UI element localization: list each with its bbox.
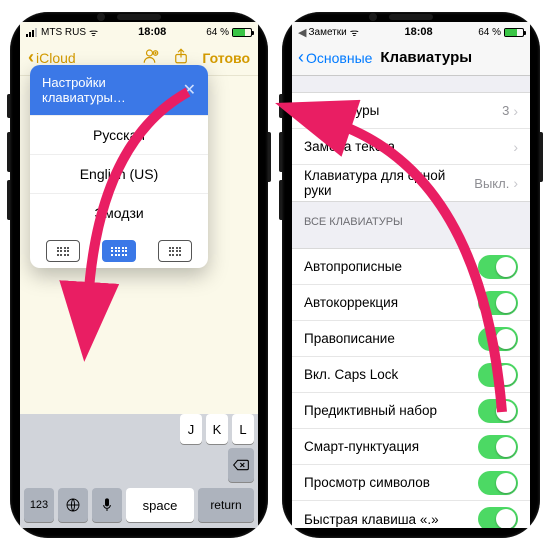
one-handed-left[interactable] <box>46 240 80 262</box>
keyboard-option-emoji[interactable]: Эмодзи <box>30 193 208 232</box>
wifi-icon: ᯤ <box>350 25 359 39</box>
chevron-left-icon: ‹ <box>298 47 304 68</box>
keyboard-switcher-menu: Настройки клавиатуры… ✕ Русская English … <box>30 65 208 268</box>
settings-list[interactable]: Клавиатуры 3 › Замена текста › Клавиатур… <box>292 76 530 528</box>
row-smart-punctuation: Смарт-пунктуация <box>292 429 530 465</box>
chevron-right-icon: › <box>513 103 518 119</box>
row-auto-capitalization: Автопрописные <box>292 249 530 285</box>
signal-icon <box>26 28 37 37</box>
menu-header-label: Настройки клавиатуры… <box>42 75 183 105</box>
row-text-replacement[interactable]: Замена текста › <box>292 129 530 165</box>
back-to-app-icon[interactable]: ◀ <box>298 26 306 39</box>
row-character-preview: Просмотр символов <box>292 465 530 501</box>
keyboard-option-russian[interactable]: Русская <box>30 115 208 154</box>
toggle[interactable] <box>478 399 518 423</box>
numbers-key[interactable]: 123 <box>24 488 54 522</box>
keyboard: J K L 123 space <box>20 414 258 528</box>
battery-icon <box>232 28 252 37</box>
space-key[interactable]: space <box>126 488 194 522</box>
toggle[interactable] <box>478 435 518 459</box>
one-handed-center[interactable] <box>102 240 136 262</box>
row-predictive: Предиктивный набор <box>292 393 530 429</box>
group-switches: Автопрописные Автокоррекция Правописание… <box>292 248 530 528</box>
status-time: 18:08 <box>98 26 206 38</box>
done-button[interactable]: Готово <box>202 50 250 66</box>
row-value: Выкл. <box>474 176 509 191</box>
return-key[interactable]: return <box>198 488 254 522</box>
chevron-right-icon: › <box>513 139 518 155</box>
mic-key[interactable] <box>92 488 122 522</box>
toggle[interactable] <box>478 291 518 315</box>
globe-key[interactable] <box>58 488 88 522</box>
status-bar: ◀ Заметки ᯤ 18:08 64 % <box>292 22 530 40</box>
backspace-key[interactable] <box>228 448 254 482</box>
row-keyboards[interactable]: Клавиатуры 3 › <box>292 93 530 129</box>
key-j[interactable]: J <box>180 414 202 444</box>
battery-percent: 64 % <box>478 27 501 38</box>
row-period-shortcut: Быстрая клавиша «.» <box>292 501 530 528</box>
key-k[interactable]: K <box>206 414 228 444</box>
keyboard-settings-item[interactable]: Настройки клавиатуры… ✕ <box>30 65 208 115</box>
status-time: 18:08 <box>359 26 478 38</box>
keyboard-option-english[interactable]: English (US) <box>30 154 208 193</box>
row-label: Клавиатуры <box>304 103 502 118</box>
back-to-app-label[interactable]: Заметки <box>308 27 346 38</box>
row-label: Клавиатура для одной руки <box>304 168 474 198</box>
one-handed-picker <box>30 232 208 268</box>
chevron-left-icon: ‹ <box>28 47 34 68</box>
row-label: Замена текста <box>304 139 513 154</box>
phone-left: MTS RUS ᯤ 18:08 64 % ‹ iCloud Готово <box>10 12 268 538</box>
row-auto-correction: Автокоррекция <box>292 285 530 321</box>
settings-navbar: ‹ Основные Клавиатуры <box>292 40 530 76</box>
key-l[interactable]: L <box>232 414 254 444</box>
row-caps-lock: Вкл. Caps Lock <box>292 357 530 393</box>
toggle[interactable] <box>478 471 518 495</box>
chevron-right-icon: › <box>513 175 518 191</box>
status-bar: MTS RUS ᯤ 18:08 64 % <box>20 22 258 40</box>
phone-right: ◀ Заметки ᯤ 18:08 64 % ‹ Основные Клавиа… <box>282 12 540 538</box>
group-header-all-keyboards: ВСЕ КЛАВИАТУРЫ <box>292 202 530 232</box>
toggle[interactable] <box>478 363 518 387</box>
battery-percent: 64 % <box>206 27 229 38</box>
battery-icon <box>504 28 524 37</box>
row-spell-check: Правописание <box>292 321 530 357</box>
toggle[interactable] <box>478 255 518 279</box>
carrier-label: MTS RUS <box>41 27 86 38</box>
wifi-icon: ᯤ <box>89 25 98 39</box>
row-one-handed[interactable]: Клавиатура для одной руки Выкл. › <box>292 165 530 201</box>
note-editor[interactable]: Настройки клавиатуры… ✕ Русская English … <box>20 76 258 414</box>
page-title: Клавиатуры <box>328 49 524 66</box>
row-value: 3 <box>502 103 509 118</box>
back-label: iCloud <box>36 50 76 66</box>
group-keyboards: Клавиатуры 3 › Замена текста › Клавиатур… <box>292 92 530 202</box>
one-handed-right[interactable] <box>158 240 192 262</box>
toggle[interactable] <box>478 507 518 528</box>
toggle[interactable] <box>478 327 518 351</box>
close-icon[interactable]: ✕ <box>183 80 196 100</box>
